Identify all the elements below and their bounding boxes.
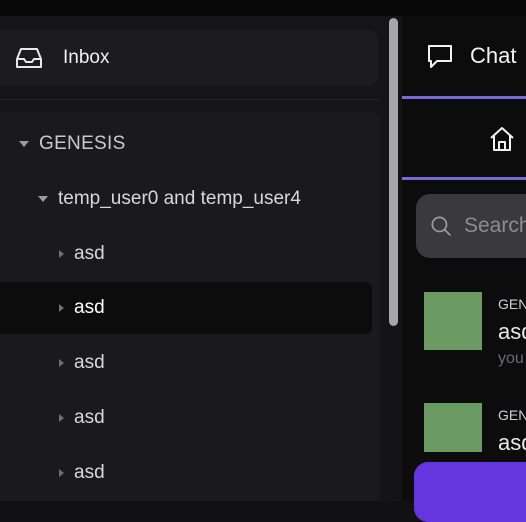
channel-tree: GENESIS temp_user0 and temp_user4 asd as… <box>0 112 380 501</box>
message-preview: you <box>498 350 524 367</box>
thread-label: asd <box>74 352 105 373</box>
tree-group-label: temp_user0 and temp_user4 <box>58 188 301 209</box>
tree-root-label: GENESIS <box>39 133 126 154</box>
message-title: asd <box>498 430 526 452</box>
caret-right-icon <box>59 250 64 258</box>
caret-right-icon <box>59 359 64 367</box>
tree-thread-item[interactable]: asd <box>0 337 372 389</box>
tree-thread-item-selected[interactable]: asd <box>0 282 372 334</box>
inbox-label: Inbox <box>63 47 110 68</box>
search-field[interactable] <box>416 194 526 258</box>
message-list-item[interactable]: GENESIS asd you <box>424 292 526 367</box>
search-icon <box>431 216 452 237</box>
caret-down-icon <box>38 196 48 202</box>
thread-label: asd <box>74 462 105 483</box>
tree-thread-item[interactable]: asd <box>0 228 372 280</box>
search-input[interactable] <box>462 213 526 239</box>
sidebar-scrollbar-thumb[interactable] <box>389 18 398 326</box>
window-top-bar <box>0 0 526 16</box>
avatar <box>424 292 482 350</box>
sidebar-divider <box>0 99 380 100</box>
tree-thread-item[interactable]: asd <box>0 447 372 499</box>
message-title: asd <box>498 319 526 344</box>
tree-thread-item[interactable]: asd <box>0 392 372 444</box>
caret-down-icon <box>19 141 29 147</box>
tree-root-genesis[interactable]: GENESIS <box>0 118 372 170</box>
message-channel: GENESIS <box>498 407 526 423</box>
tab-chat-label: Chat <box>470 43 517 68</box>
inbox-icon <box>14 45 46 71</box>
home-tab-row <box>402 99 526 180</box>
message-list: GENESIS asd you GENESIS asd <box>402 288 526 452</box>
primary-action-button[interactable] <box>414 462 526 522</box>
message-list-item[interactable]: GENESIS asd <box>424 403 526 452</box>
home-icon[interactable] <box>488 125 518 155</box>
chat-bubble-icon <box>426 41 456 71</box>
tree-group-item[interactable]: temp_user0 and temp_user4 <box>0 173 372 225</box>
thread-label: asd <box>74 243 105 264</box>
caret-right-icon <box>59 469 64 477</box>
thread-label: asd <box>74 297 105 318</box>
caret-right-icon <box>59 304 64 312</box>
inbox-nav-item[interactable]: Inbox <box>0 30 378 86</box>
message-channel: GENESIS <box>498 296 526 312</box>
caret-right-icon <box>59 414 64 422</box>
sidebar: Inbox GENESIS temp_user0 and temp_user4 … <box>0 16 388 501</box>
tab-chat[interactable]: Chat <box>402 16 526 99</box>
chat-panel: Chat GENESIS asd you GENESIS asd <box>402 16 526 522</box>
thread-label: asd <box>74 407 105 428</box>
avatar <box>424 403 482 452</box>
